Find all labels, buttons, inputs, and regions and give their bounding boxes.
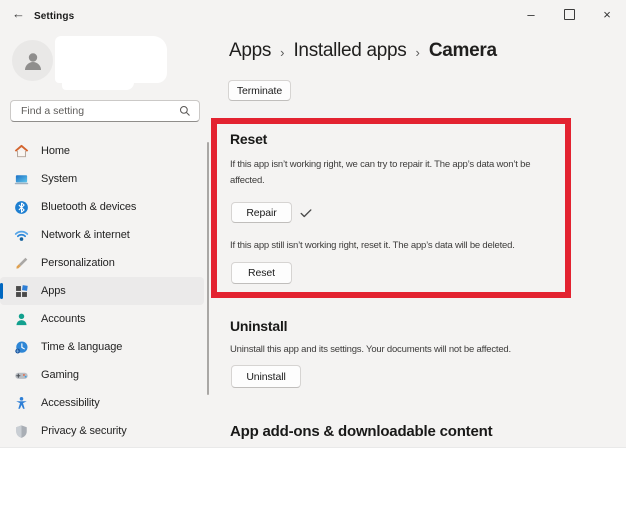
- redacted-username: [62, 76, 134, 90]
- repair-description: If this app isn’t working right, we can …: [230, 159, 531, 186]
- minimize-button[interactable]: –: [512, 0, 550, 28]
- window-title: Settings: [34, 11, 75, 22]
- apps-icon: [16, 284, 28, 297]
- uninstall-section-title: Uninstall: [230, 318, 288, 334]
- gaming-gamepad-icon: [15, 372, 28, 379]
- sidebar-nav: Home System Bluetooth & devices Network …: [0, 137, 204, 445]
- bluetooth-icon: [15, 200, 28, 214]
- settings-window: ← Settings – × Home: [0, 0, 626, 448]
- breadcrumb: Apps › Installed apps › Camera: [229, 40, 497, 62]
- privacy-shield-icon: [16, 424, 27, 438]
- sidebar-item-bluetooth-devices[interactable]: Bluetooth & devices: [0, 193, 204, 221]
- sidebar-item-label: Apps: [41, 285, 66, 297]
- sidebar-item-label: Gaming: [41, 369, 79, 381]
- checkmark-icon: [300, 209, 312, 218]
- sidebar-item-system[interactable]: System: [0, 165, 204, 193]
- personalization-brush-icon: [16, 257, 28, 269]
- sidebar-item-home[interactable]: Home: [0, 137, 204, 165]
- sidebar-item-label: Network & internet: [41, 229, 130, 241]
- sidebar-item-personalization[interactable]: Personalization: [0, 249, 204, 277]
- breadcrumb-apps[interactable]: Apps: [229, 40, 271, 62]
- window-controls: – ×: [512, 0, 626, 28]
- addons-heading: App add-ons & downloadable content: [230, 423, 493, 440]
- breadcrumb-installed-apps[interactable]: Installed apps: [293, 40, 406, 62]
- terminate-button[interactable]: Terminate: [228, 80, 291, 101]
- chevron-right-icon: ›: [280, 44, 285, 60]
- accounts-person-icon: [16, 313, 27, 325]
- sidebar-item-label: Bluetooth & devices: [41, 201, 137, 213]
- person-icon: [24, 52, 41, 70]
- network-wifi-icon: [14, 230, 29, 241]
- sidebar-item-time-language[interactable]: Time & language: [0, 333, 204, 361]
- sidebar-item-label: Privacy & security: [41, 425, 127, 437]
- search-box[interactable]: [10, 100, 200, 122]
- sidebar-item-accessibility[interactable]: Accessibility: [0, 389, 204, 417]
- search-icon: [179, 105, 190, 116]
- sidebar-item-network-internet[interactable]: Network & internet: [0, 221, 204, 249]
- sidebar-item-gaming[interactable]: Gaming: [0, 361, 204, 389]
- search-input[interactable]: [19, 104, 179, 118]
- uninstall-description: Uninstall this app and its settings. You…: [230, 344, 511, 355]
- sidebar-item-privacy-security[interactable]: Privacy & security: [0, 417, 204, 445]
- maximize-icon: [563, 8, 575, 20]
- back-arrow-icon[interactable]: ←: [12, 6, 25, 21]
- sidebar-item-label: System: [41, 173, 78, 185]
- sidebar-item-label: Personalization: [41, 257, 115, 269]
- content-scrollbar[interactable]: [207, 142, 209, 395]
- repair-button[interactable]: Repair: [231, 202, 292, 223]
- avatar[interactable]: [12, 40, 53, 81]
- system-icon: [14, 174, 29, 184]
- reset-button[interactable]: Reset: [231, 262, 292, 284]
- sidebar-item-label: Accounts: [41, 313, 86, 325]
- selected-item-accent: [0, 283, 3, 299]
- reset-section-title: Reset: [230, 131, 268, 147]
- maximize-button[interactable]: [550, 0, 588, 28]
- sidebar-item-label: Home: [41, 145, 70, 157]
- accessibility-person-icon: [16, 396, 27, 409]
- sidebar-item-label: Accessibility: [41, 397, 100, 409]
- reset-description: If this app still isn’t working right, r…: [230, 240, 515, 251]
- chevron-right-icon: ›: [415, 44, 420, 60]
- close-button[interactable]: ×: [588, 0, 626, 28]
- uninstall-button[interactable]: Uninstall: [231, 365, 301, 388]
- time-language-clock-icon: [15, 341, 28, 353]
- sidebar-item-accounts[interactable]: Accounts: [0, 305, 204, 333]
- sidebar-item-apps[interactable]: Apps: [0, 277, 204, 305]
- sidebar-item-label: Time & language: [41, 341, 123, 353]
- home-icon: [14, 144, 29, 157]
- breadcrumb-camera: Camera: [428, 40, 497, 61]
